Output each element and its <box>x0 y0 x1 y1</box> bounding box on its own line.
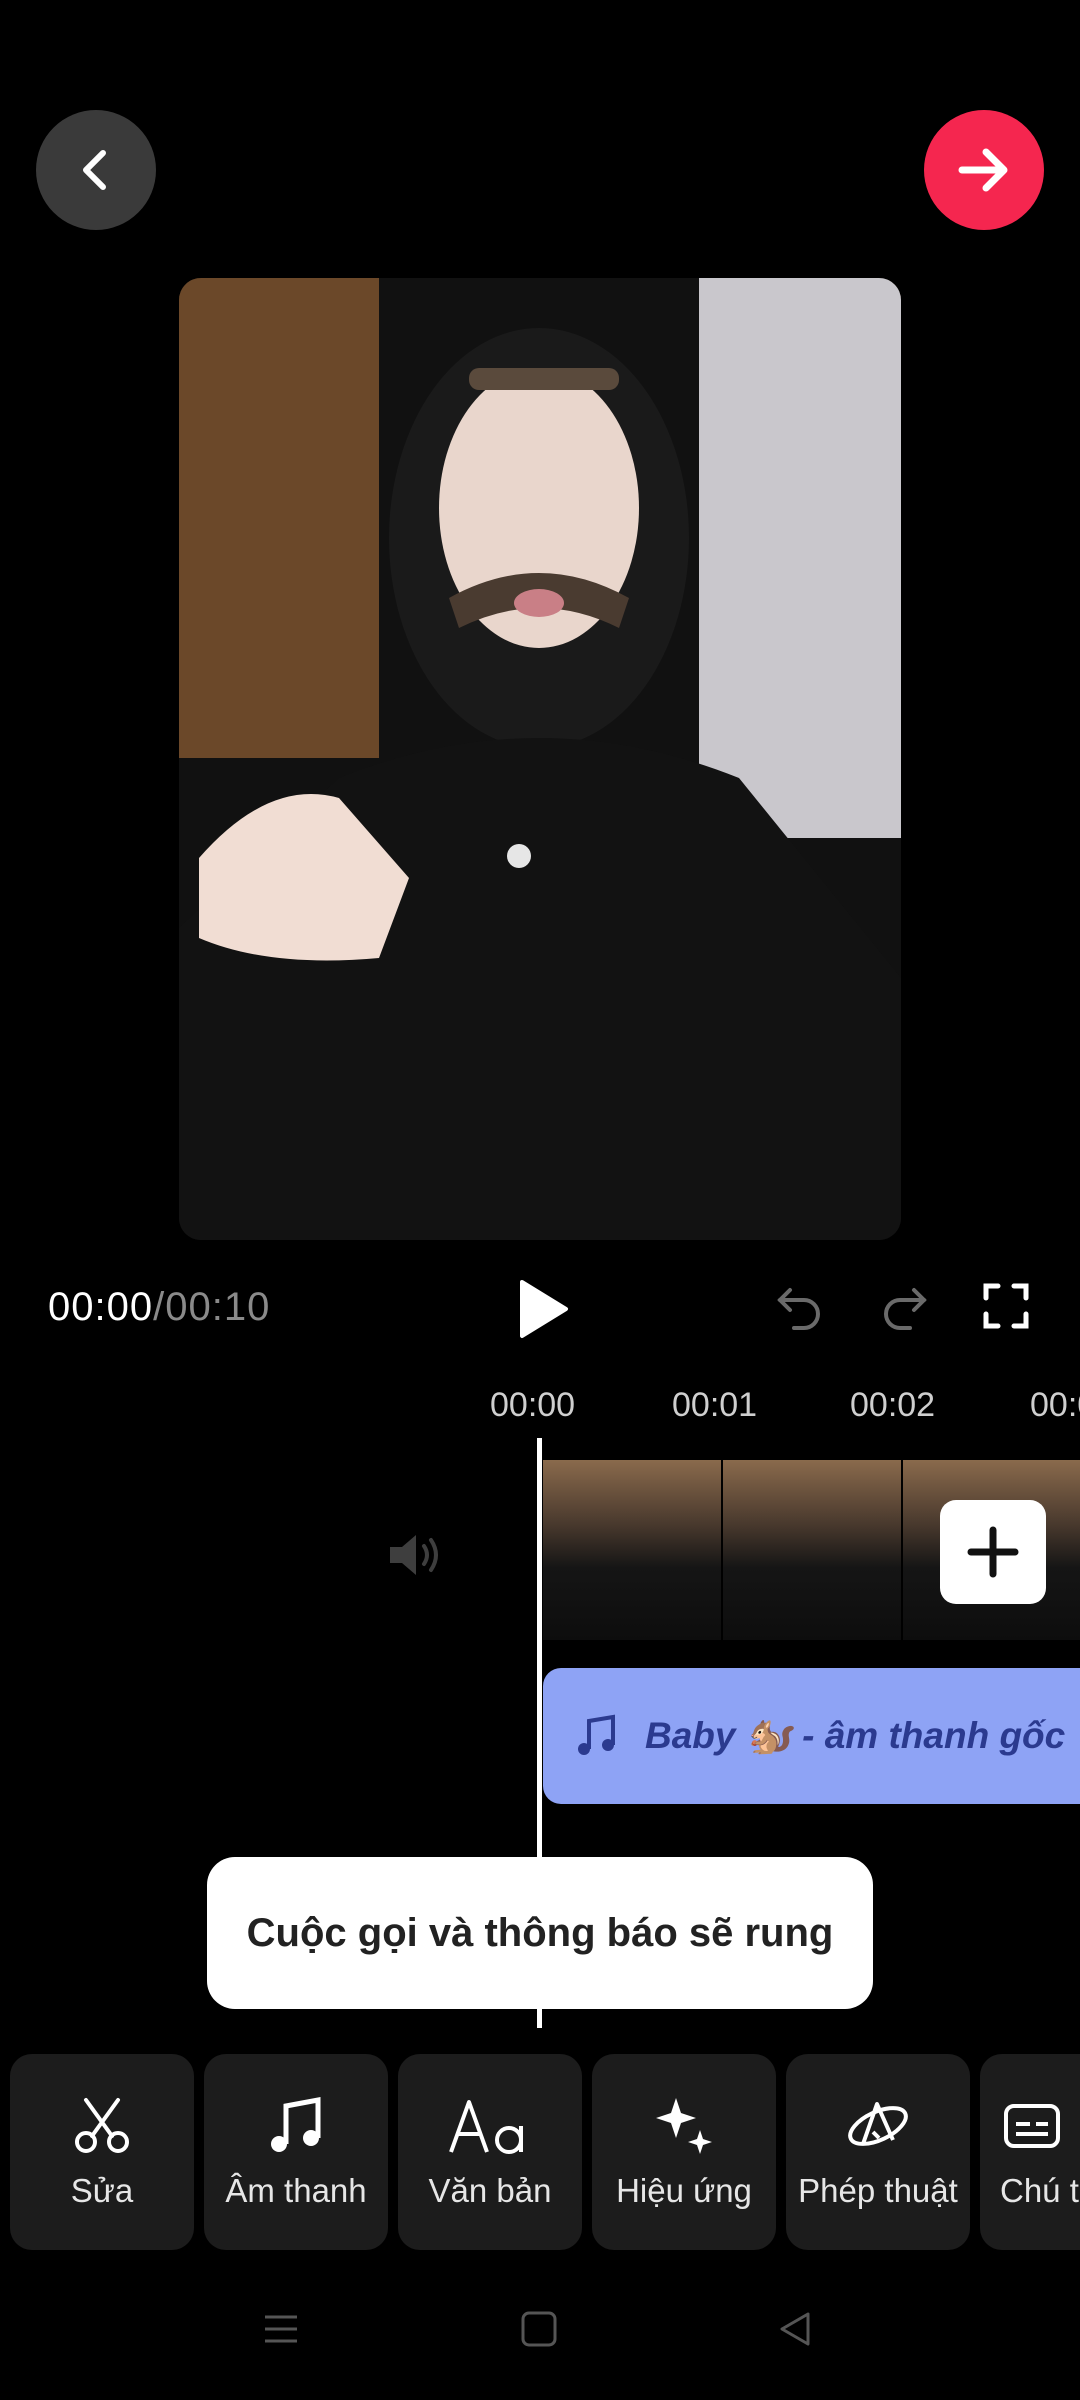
total-time: 00:10 <box>165 1285 271 1329</box>
text-icon <box>449 2100 523 2154</box>
toast-text: Cuộc gọi và thông báo sẽ rung <box>246 1910 834 1955</box>
nav-home-button[interactable] <box>520 2310 558 2353</box>
vibrate-toast: Cuộc gọi và thông báo sẽ rung <box>207 1857 873 2009</box>
tool-magic[interactable]: Phép thuật <box>786 2054 970 2250</box>
undo-icon <box>777 1288 820 1330</box>
audio-track-title: Baby 🐿️ - âm thanh gốc <box>645 1714 1066 1756</box>
tool-captions[interactable]: Chú t <box>980 2054 1080 2250</box>
play-button[interactable] <box>512 1278 572 1345</box>
undo-button[interactable] <box>776 1284 824 1335</box>
triangle-back-icon <box>780 2312 810 2346</box>
audio-track[interactable]: Baby 🐿️ - âm thanh gốc <box>543 1668 1080 1804</box>
tool-edit[interactable]: Sửa <box>10 2054 194 2250</box>
speaker-icon <box>390 1535 438 1575</box>
video-preview[interactable] <box>179 278 901 1240</box>
tool-text[interactable]: Văn bản <box>398 2054 582 2250</box>
square-home-icon <box>521 2311 557 2347</box>
fullscreen-button[interactable] <box>982 1282 1030 1335</box>
tool-label: Chú t <box>1000 2172 1079 2209</box>
video-frame-image <box>179 278 901 1240</box>
add-clip-button[interactable] <box>940 1500 1046 1604</box>
tool-label: Văn bản <box>428 2172 552 2209</box>
track-volume-button[interactable] <box>386 1530 444 1585</box>
play-icon <box>520 1280 568 1338</box>
ruler-label: 00:02 <box>850 1386 936 1424</box>
sparkles-icon <box>656 2098 712 2154</box>
time-display: 00:00/00:10 <box>48 1285 270 1330</box>
chevron-left-icon <box>83 150 106 190</box>
tool-audio[interactable]: Âm thanh <box>204 2054 388 2250</box>
music-note-icon <box>578 1714 615 1755</box>
redo-icon <box>884 1288 927 1330</box>
back-button[interactable] <box>36 110 156 230</box>
clip-thumbnail <box>723 1460 903 1640</box>
next-button[interactable] <box>924 110 1044 230</box>
plus-icon <box>967 1526 1019 1578</box>
tool-label: Âm thanh <box>225 2172 367 2209</box>
current-time: 00:00 <box>48 1285 154 1329</box>
caption-icon <box>1004 2104 1060 2148</box>
tool-label: Hiệu ứng <box>616 2172 752 2209</box>
nav-back-button[interactable] <box>776 2310 814 2353</box>
arrow-right-icon <box>958 148 1008 192</box>
redo-button[interactable] <box>880 1284 928 1335</box>
tool-effects[interactable]: Hiệu ứng <box>592 2054 776 2250</box>
tool-label: Phép thuật <box>798 2172 958 2209</box>
scissors-icon <box>75 2098 129 2153</box>
clip-thumbnail <box>543 1460 723 1640</box>
menu-icon <box>265 2315 297 2343</box>
ruler-label: 00:01 <box>672 1386 758 1424</box>
ruler-label: 00:0 <box>1030 1386 1080 1424</box>
tool-label: Sửa <box>70 2172 134 2209</box>
magic-icon <box>848 2102 908 2146</box>
music-note-icon <box>271 2096 321 2152</box>
time-separator: / <box>153 1285 166 1329</box>
nav-menu-button[interactable] <box>262 2310 300 2353</box>
fullscreen-icon <box>983 1283 1029 1329</box>
ruler-label: 00:00 <box>490 1386 576 1424</box>
